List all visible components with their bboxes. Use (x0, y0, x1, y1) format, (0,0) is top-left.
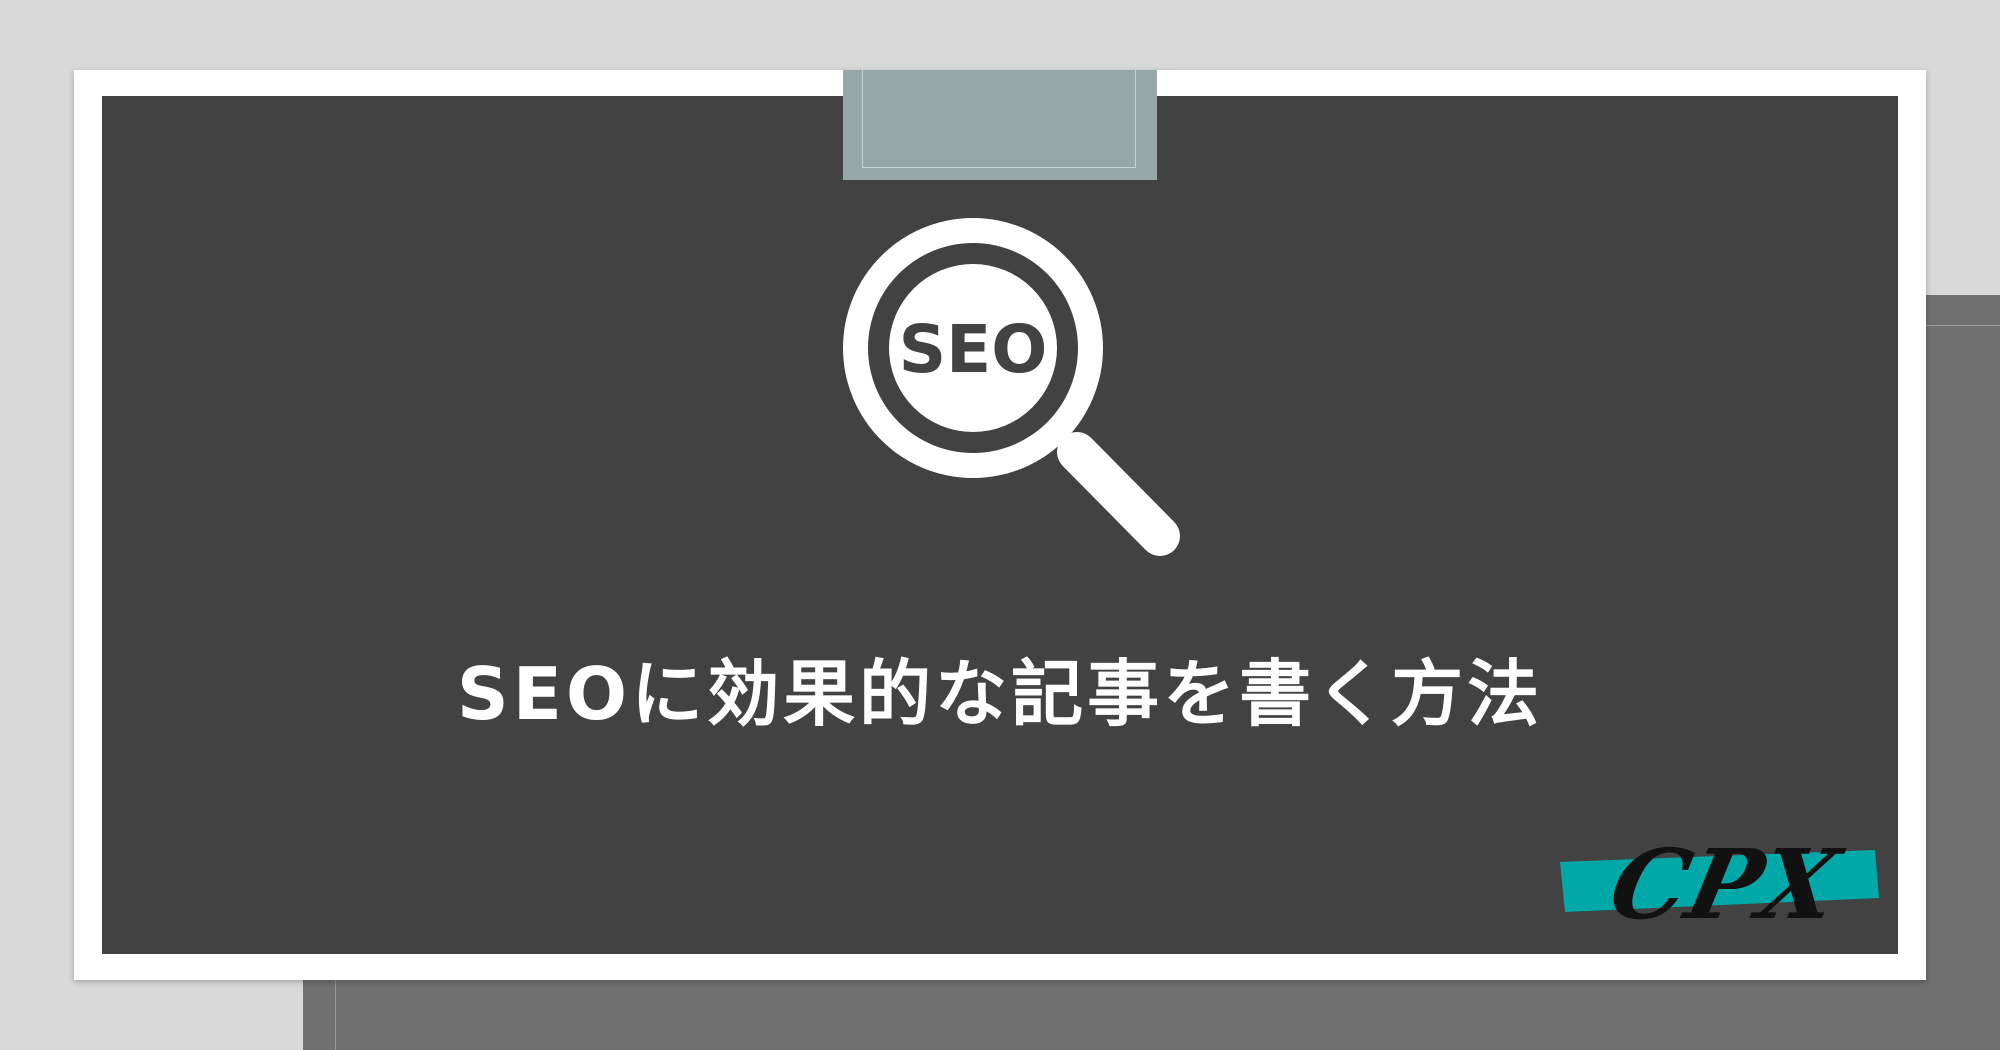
tape-strip (843, 70, 1157, 180)
magnifier-icon: SEO (843, 218, 1180, 556)
magnifier-handle (1057, 432, 1180, 556)
tape-inner-border (862, 70, 1136, 168)
cpx-logo: CPX (1560, 828, 1879, 940)
background-line-bottom (335, 980, 336, 1050)
page-title: SEOに効果的な記事を書く方法 (456, 652, 1544, 736)
magnifier-seo-text: SEO (899, 311, 1048, 388)
logo-text: CPX (1601, 828, 1852, 940)
thumbnail-page: SEO SEOに効果的な記事を書く方法 CPX (0, 0, 2000, 1050)
